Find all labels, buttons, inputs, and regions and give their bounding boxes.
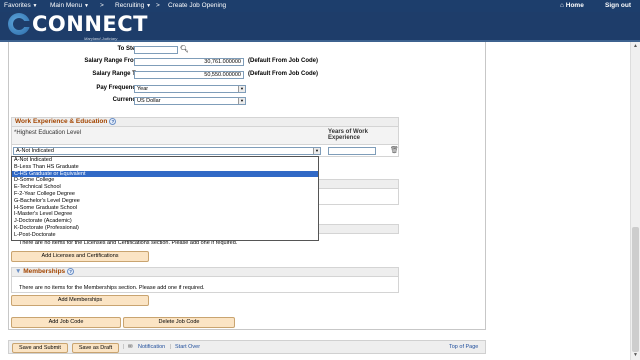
save-as-draft-button[interactable]: Save as Draft (72, 343, 119, 353)
currency-value: US Dollar (137, 98, 161, 104)
breadcrumb-recruiting-label: Recruiting (115, 2, 145, 9)
chevron-down-icon: ▼ (32, 3, 38, 9)
breadcrumb-separator-icon: > (100, 2, 104, 9)
scroll-down-icon[interactable]: ▼ (632, 352, 639, 358)
notification-link[interactable]: Notification (138, 344, 165, 350)
currency-select[interactable]: US Dollar ▼ (134, 97, 246, 105)
memberships-header: ▼ Memberships? (11, 267, 399, 277)
vertical-scrollbar[interactable]: ▲ ▼ (630, 42, 640, 360)
salary-from-label: Salary Range From (84, 58, 139, 64)
chevron-down-icon: ▼ (313, 148, 320, 154)
memberships-empty-message: There are no items for the Memberships s… (19, 285, 205, 291)
to-step-input[interactable] (134, 46, 178, 54)
dropdown-option[interactable]: A-Not Indicated (12, 157, 318, 164)
salary-to-note: (Default From Job Code) (248, 71, 318, 77)
education-level-dropdown[interactable]: A-Not Indicated B-Less Than HS Graduate … (11, 156, 319, 241)
home-label: Home (565, 2, 584, 9)
pay-frequency-value: Year (137, 86, 149, 92)
pay-frequency-select[interactable]: Year ▼ (134, 85, 246, 93)
scroll-up-icon[interactable]: ▲ (632, 43, 639, 49)
dropdown-option[interactable]: H-Some Graduate School (12, 205, 318, 212)
bottom-action-bar: Save and Submit Save as Draft | ✉ Notifi… (8, 340, 486, 354)
separator: | (170, 344, 172, 350)
collapse-triangle-icon[interactable]: ▼ (15, 268, 21, 275)
help-icon[interactable]: ? (109, 118, 117, 125)
breadcrumb-separator-icon: > (156, 2, 160, 9)
chevron-down-icon: ▼ (83, 3, 89, 9)
dropdown-option[interactable]: B-Less Than HS Graduate (12, 164, 318, 171)
salary-from-note: (Default From Job Code) (248, 58, 318, 64)
dropdown-option[interactable]: D-Some College (12, 177, 318, 184)
breadcrumb-current-page[interactable]: Create Job Opening (168, 2, 226, 9)
years-experience-input[interactable] (328, 147, 376, 155)
education-level-value: A-Not Indicated (16, 148, 54, 154)
chevron-down-icon: ▼ (238, 86, 245, 92)
trash-icon[interactable]: 🗑︎ (390, 146, 399, 154)
home-link[interactable]: ⌂ Home (560, 2, 584, 9)
save-and-submit-button[interactable]: Save and Submit (12, 343, 68, 353)
add-licenses-button[interactable]: Add Licenses and Certifications (11, 251, 149, 262)
home-icon: ⌂ (560, 2, 564, 9)
logo-text: CONNECT (32, 12, 148, 36)
dropdown-option[interactable]: K-Doctorate (Professional) (12, 225, 318, 232)
pay-frequency-label: Pay Frequency (96, 85, 139, 91)
start-over-link[interactable]: Start Over (175, 344, 200, 350)
memberships-title: Memberships (23, 268, 66, 276)
chevron-down-icon: ▼ (146, 3, 152, 9)
work-experience-grid-header: *Highest Education Level Years of Work E… (11, 127, 399, 145)
logo-subtitle: Maryland Judiciary (84, 36, 118, 41)
chevron-down-icon: ▼ (238, 98, 245, 104)
dropdown-option[interactable]: J-Doctorate (Academic) (12, 218, 318, 225)
notification-icon[interactable]: ✉ (128, 344, 133, 350)
top-of-page-link[interactable]: Top of Page (449, 344, 478, 350)
dropdown-option[interactable]: F-2-Year College Degree (12, 191, 318, 198)
main-menu-label: Main Menu (50, 2, 83, 9)
work-experience-header: Work Experience & Education? (11, 117, 399, 127)
dropdown-option[interactable]: I-Master's Level Degree (12, 211, 318, 218)
dropdown-option[interactable]: L-Post-Doctorate (12, 232, 318, 239)
favorites-menu[interactable]: Favorites ▼ (4, 2, 38, 9)
work-experience-title: Work Experience & Education (15, 118, 108, 126)
education-level-select[interactable]: A-Not Indicated ▼ (13, 147, 321, 155)
delete-job-code-button[interactable]: Delete Job Code (123, 317, 235, 328)
scrollbar-thumb[interactable] (632, 227, 639, 352)
logo-icon (8, 13, 31, 35)
top-nav-bar: Favorites ▼ Main Menu ▼ > Recruiting ▼ >… (0, 0, 640, 12)
add-job-code-button[interactable]: Add Job Code (11, 317, 121, 328)
salary-to-label: Salary Range To (92, 71, 139, 77)
lookup-icon[interactable]: 🔍︎ (180, 45, 189, 53)
col-education-header: *Highest Education Level (14, 130, 82, 136)
add-memberships-button[interactable]: Add Memberships (11, 295, 149, 306)
favorites-label: Favorites (4, 2, 31, 9)
salary-from-input[interactable]: 30,761.000000 (134, 58, 244, 66)
help-icon[interactable]: ? (67, 268, 75, 275)
breadcrumb-recruiting[interactable]: Recruiting ▼ (115, 2, 151, 9)
main-menu[interactable]: Main Menu ▼ (50, 2, 89, 9)
dropdown-option[interactable]: G-Bachelor's Level Degree (12, 198, 318, 205)
dropdown-option-highlighted[interactable]: C-HS Graduate or Equivalent (12, 170, 318, 178)
col-years-header: Years of Work Experience (328, 129, 368, 141)
sign-out-link[interactable]: Sign out (605, 2, 631, 9)
salary-to-input[interactable]: 50,550.000000 (134, 71, 244, 79)
separator: | (123, 344, 125, 350)
dropdown-option[interactable]: E-Technical School (12, 184, 318, 191)
